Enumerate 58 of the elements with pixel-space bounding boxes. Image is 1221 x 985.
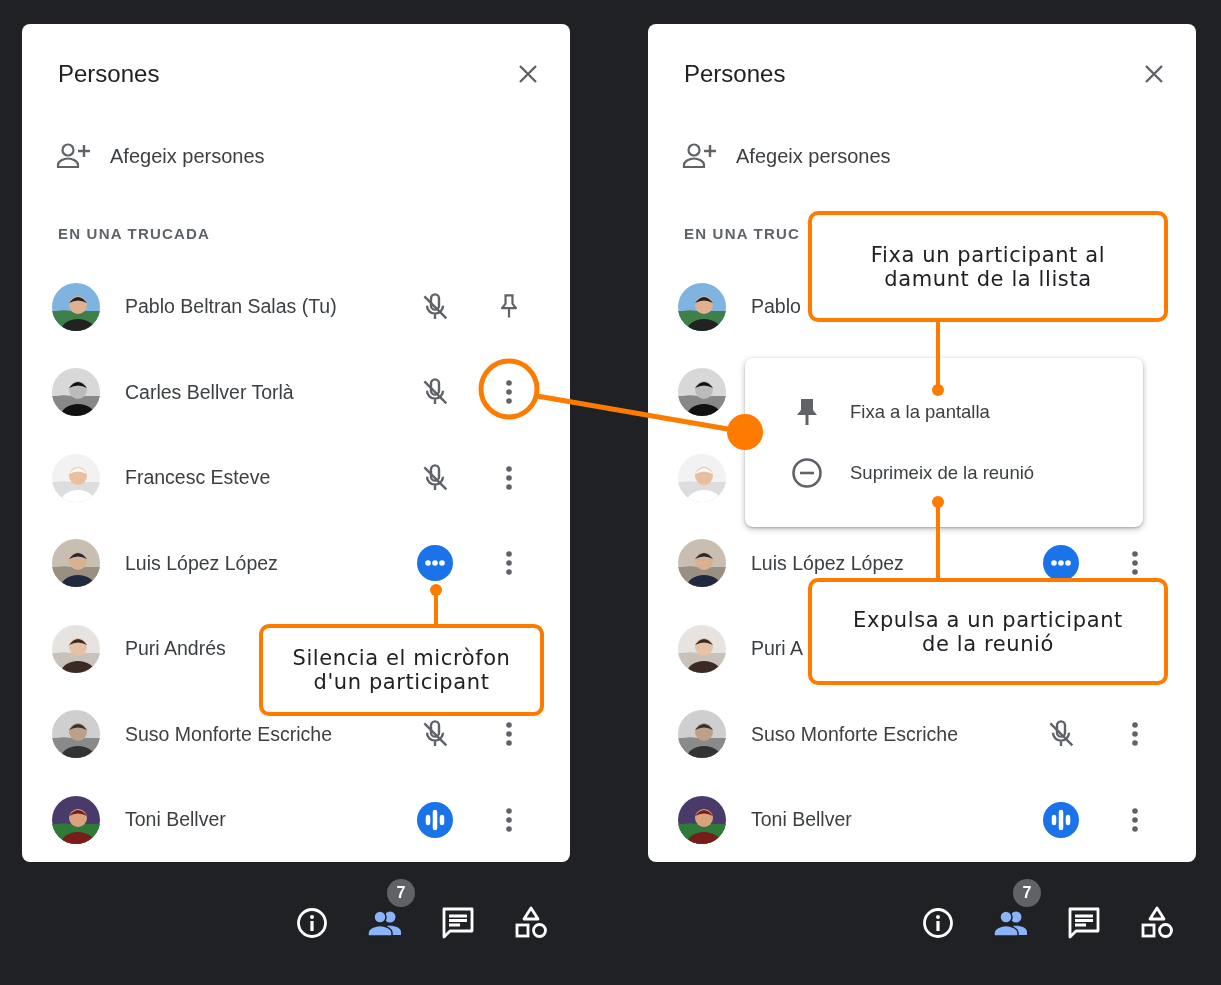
more-options-icon <box>505 550 513 577</box>
count-badge: 7 <box>1013 879 1041 907</box>
participant-name: Puri Andrés <box>125 637 226 661</box>
activities-button[interactable] <box>1140 906 1174 940</box>
menu-item[interactable]: Suprimeix de la reunió <box>791 458 1035 488</box>
add-people-button[interactable]: Afegeix persones <box>56 132 271 180</box>
section-heading: EN UNA TRUC <box>684 224 800 244</box>
menu-item[interactable]: Fixa a la pantalla <box>791 397 990 427</box>
participant-name: Suso Monforte Escriche <box>751 722 958 746</box>
minus-circle-icon <box>791 457 823 489</box>
people-button[interactable] <box>993 909 1029 937</box>
participant-name: Suso Monforte Escriche <box>125 722 332 746</box>
more-options-icon <box>1131 721 1139 748</box>
participant-name: Toni Bellver <box>751 808 852 832</box>
add-person-icon <box>56 142 92 170</box>
dots-indicator-icon <box>417 545 453 582</box>
participant-name: Toni Bellver <box>125 808 226 832</box>
leader-line <box>430 584 442 624</box>
more-options-icon <box>1131 806 1139 833</box>
audio-level-icon <box>417 801 453 838</box>
chat-button[interactable] <box>441 906 475 940</box>
panel-title: Persones <box>684 59 786 89</box>
callout-note: Expulsa a un participant de la reunió <box>808 578 1168 685</box>
people-icon <box>993 909 1029 937</box>
info-icon <box>922 907 954 939</box>
more-options-icon <box>505 721 513 748</box>
participant-name: Francesc Esteve <box>125 466 271 490</box>
shapes-icon <box>1140 906 1174 940</box>
info-button[interactable] <box>296 907 328 939</box>
more-options-icon <box>505 464 513 491</box>
people-icon <box>367 909 403 937</box>
add-people-button[interactable]: Afegeix persones <box>682 132 897 180</box>
activities-button[interactable] <box>514 906 548 940</box>
info-button[interactable] <box>922 907 954 939</box>
more-options-icon <box>1131 550 1139 577</box>
highlight-ring <box>478 358 540 420</box>
section-heading: EN UNA TRUCADA <box>58 224 211 244</box>
callout-note: Fixa un participant al damunt de la llista <box>808 211 1168 322</box>
count-badge: 7 <box>387 879 415 907</box>
chat-icon <box>1067 906 1101 940</box>
chat-button[interactable] <box>1067 906 1101 940</box>
callout-note: Silencia el micròfon d'un participant <box>259 624 544 716</box>
panel-title: Persones <box>58 59 160 89</box>
participant-name: Pablo <box>751 295 801 319</box>
participant-name: Pablo Beltran Salas (Tu) <box>125 295 337 319</box>
participant-name: Luis López López <box>751 551 904 575</box>
add-person-icon <box>682 142 718 170</box>
participant-name: Carles Bellver Torlà <box>125 380 294 404</box>
people-button[interactable] <box>367 909 403 937</box>
chat-icon <box>441 906 475 940</box>
audio-level-icon <box>1043 801 1079 838</box>
shapes-icon <box>514 906 548 940</box>
pin-icon <box>795 397 819 427</box>
participant-name: Luis López López <box>125 551 278 575</box>
more-options-icon <box>505 379 513 406</box>
more-options-icon <box>505 806 513 833</box>
participant-name: Puri A <box>751 637 804 661</box>
info-icon <box>296 907 328 939</box>
